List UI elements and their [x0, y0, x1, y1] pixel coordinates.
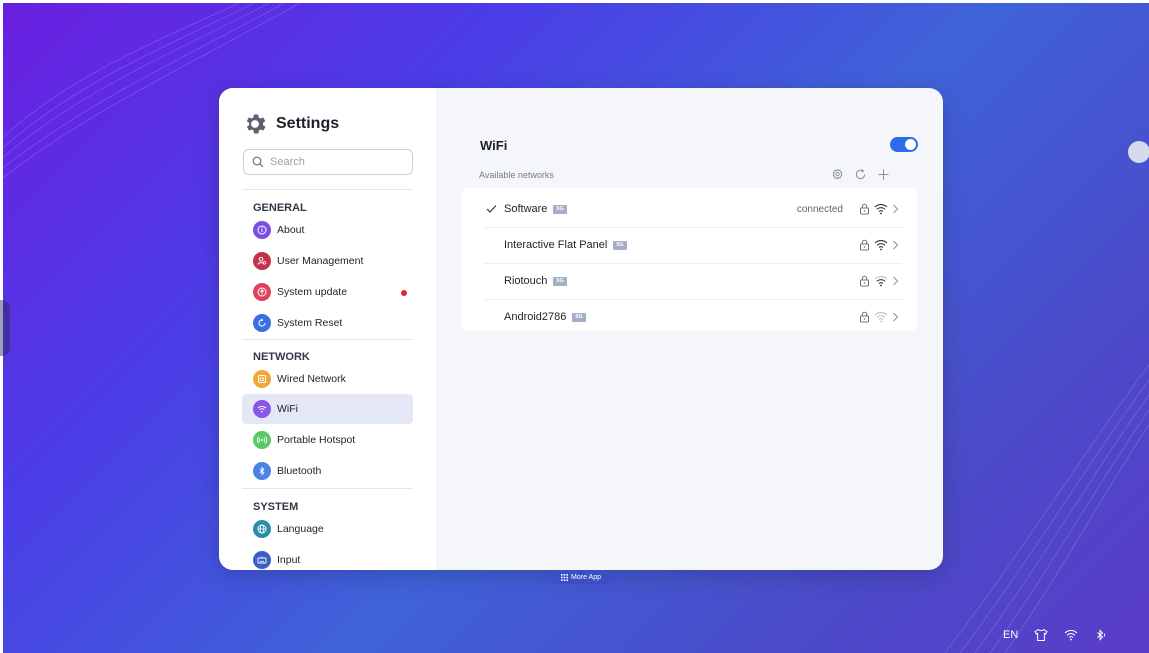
sidebar-item-label: About [277, 224, 305, 236]
wifi-signal-strong-icon [874, 203, 888, 215]
chevron-right-icon [893, 312, 899, 322]
chevron-right-icon [893, 240, 899, 250]
lock-icon [860, 311, 869, 323]
sidebar-item-system-reset[interactable]: System Reset [242, 308, 413, 338]
band-badge: 5G [613, 240, 627, 250]
band-badge: 5G [553, 276, 567, 286]
add-network-icon[interactable] [877, 168, 890, 181]
wifi-settings-gear-icon[interactable] [831, 168, 844, 181]
sidebar-item-user-management[interactable]: User Management [242, 246, 413, 276]
sidebar-item-label: User Management [277, 255, 364, 267]
connection-status: connected [796, 203, 843, 215]
divider [242, 488, 413, 489]
sidebar-item-wifi[interactable]: WiFi [242, 394, 413, 424]
bluetooth-icon [253, 462, 271, 480]
globe-icon [253, 520, 271, 538]
network-row-interactive-flat-panel[interactable]: Interactive Flat Panel 5G [462, 227, 917, 263]
more-app-label: More App [571, 573, 601, 581]
sidebar: Settings GENERAL About User Management [219, 88, 436, 570]
network-name: Software 5G [504, 203, 567, 215]
sidebar-item-input[interactable]: Input [242, 545, 413, 570]
chevron-right-icon [893, 276, 899, 286]
sidebar-item-label: WiFi [277, 403, 298, 415]
bluetooth-status-icon[interactable] [1094, 628, 1108, 642]
network-toolbar [831, 168, 890, 181]
sidebar-item-label: Language [277, 523, 324, 535]
ethernet-icon [253, 370, 271, 388]
shirt-icon[interactable] [1034, 628, 1048, 642]
app-header: Settings [242, 111, 339, 137]
network-name: Android2786 5G [504, 311, 586, 323]
wifi-icon [253, 400, 271, 418]
section-title-general: GENERAL [253, 202, 307, 214]
lock-icon [860, 275, 869, 287]
page-title: Settings [276, 115, 340, 132]
edge-pull-tab[interactable] [0, 300, 10, 356]
language-indicator[interactable]: EN [1003, 629, 1018, 641]
sidebar-item-label: Portable Hotspot [277, 434, 356, 446]
section-title-network: NETWORK [253, 351, 310, 363]
network-name: Interactive Flat Panel 5G [504, 239, 627, 251]
wifi-signal-strong-icon [874, 239, 888, 251]
grid-icon [561, 573, 569, 581]
user-icon [253, 252, 271, 270]
sidebar-item-language[interactable]: Language [242, 514, 413, 544]
wifi-panel: WiFi Available networks Software 5G conn… [436, 88, 943, 570]
wifi-status-icon[interactable] [1064, 628, 1078, 642]
sidebar-item-label: Bluetooth [277, 465, 322, 477]
wifi-signal-medium-icon [874, 275, 888, 287]
reset-icon [253, 314, 271, 332]
network-name: Riotouch 5G [504, 275, 567, 287]
network-row-android2786[interactable]: Android2786 5G [462, 299, 917, 335]
sidebar-item-wired-network[interactable]: Wired Network [242, 364, 413, 394]
info-icon [253, 221, 271, 239]
band-badge: 5G [553, 204, 567, 214]
sidebar-item-about[interactable]: About [242, 215, 413, 245]
sidebar-item-portable-hotspot[interactable]: Portable Hotspot [242, 425, 413, 455]
floating-assistive-button[interactable] [1128, 141, 1149, 163]
sidebar-item-label: System update [277, 286, 348, 298]
wifi-signal-weak-icon [874, 311, 888, 323]
sidebar-item-system-update[interactable]: System update [242, 277, 413, 307]
hotspot-icon [253, 431, 271, 449]
wifi-toggle[interactable] [890, 137, 918, 152]
chevron-right-icon [893, 204, 899, 214]
sidebar-item-label: Input [277, 554, 301, 566]
divider [242, 189, 413, 190]
keyboard-icon [253, 551, 271, 569]
notification-dot [401, 290, 407, 296]
sidebar-item-label: System Reset [277, 317, 343, 329]
settings-window: Settings GENERAL About User Management [219, 88, 943, 570]
network-list: Software 5G connected Interactive Flat P… [462, 188, 917, 331]
update-icon [253, 283, 271, 301]
wifi-title: WiFi [480, 138, 508, 153]
search-icon [252, 156, 264, 168]
network-row-riotouch[interactable]: Riotouch 5G [462, 263, 917, 299]
search-box[interactable] [243, 149, 413, 175]
section-title-system: SYSTEM [253, 501, 299, 513]
network-row-software[interactable]: Software 5G connected [462, 191, 917, 227]
screen-frame-top [0, 0, 1149, 3]
settings-gear-icon [246, 114, 266, 134]
band-badge: 5G [572, 312, 586, 322]
sidebar-item-label: Wired Network [277, 373, 346, 385]
more-app-button[interactable]: More App [552, 570, 610, 584]
check-icon [486, 205, 497, 213]
divider [242, 339, 413, 340]
lock-icon [860, 239, 869, 251]
search-input[interactable] [270, 156, 410, 168]
lock-icon [860, 203, 869, 215]
system-status-bar: EN [1003, 628, 1108, 642]
refresh-icon[interactable] [854, 168, 867, 181]
available-networks-label: Available networks [479, 170, 554, 180]
sidebar-item-bluetooth[interactable]: Bluetooth [242, 456, 413, 486]
